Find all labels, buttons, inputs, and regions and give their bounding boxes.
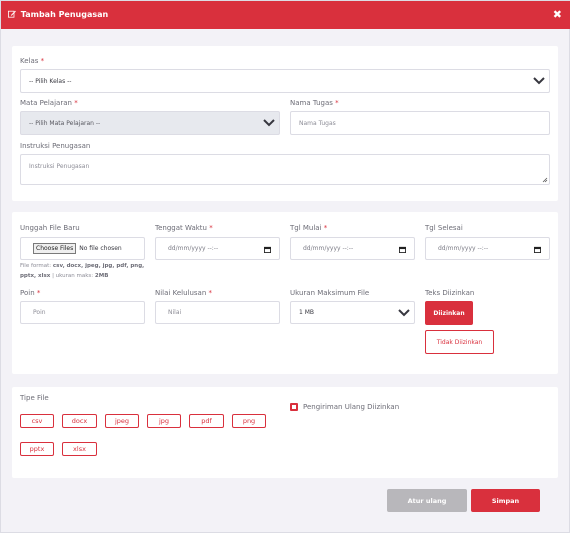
tenggat-label: Tenggat Waktu * — [155, 224, 213, 232]
mapel-label: Mata Pelajaran * — [20, 99, 78, 107]
file-type-tag-csv[interactable]: csv — [20, 414, 54, 428]
nilai-label: Nilai Kelulusan * — [155, 289, 213, 297]
file-type-tag-docx[interactable]: docx — [62, 414, 97, 428]
nama-tugas-label: Nama Tugas * — [290, 99, 339, 107]
teks-allowed-button[interactable]: Diizinkan — [425, 301, 473, 325]
choose-files-button[interactable]: Choose Files — [33, 243, 77, 254]
calendar-icon[interactable] — [264, 246, 271, 253]
close-icon[interactable]: ✖ — [553, 8, 562, 21]
chevron-down-icon — [533, 77, 545, 85]
save-button[interactable]: Simpan — [471, 489, 540, 512]
calendar-icon[interactable] — [534, 246, 541, 253]
ukuran-label: Ukuran Maksimum File — [290, 289, 370, 297]
tenggat-datetime-input[interactable]: dd/mm/yyyy --:-- — [155, 237, 280, 260]
mapel-select[interactable]: -- Pilih Mata Pelajaran -- — [20, 111, 280, 135]
class-info-card: Kelas * -- Pilih Kelas -- Mata Pelajaran… — [12, 46, 558, 201]
file-format-help: File format: csv, docx, jpeg, jpg, pdf, … — [20, 263, 145, 279]
assignment-modal: Tambah Penugasan ✖ Kelas * -- Pilih Kela… — [0, 0, 570, 533]
chevron-down-icon — [263, 119, 275, 127]
calendar-icon[interactable] — [399, 246, 406, 253]
ukuran-select[interactable]: 1 MB — [290, 301, 415, 324]
reset-button[interactable]: Atur ulang — [387, 489, 467, 512]
kelas-label: Kelas * — [20, 57, 45, 65]
assignment-settings-card: Unggah File Baru Choose Files No file ch… — [12, 212, 558, 374]
file-type-tag-pdf[interactable]: pdf — [189, 414, 224, 428]
instruksi-label: Instruksi Penugasan — [20, 142, 91, 150]
tgl-mulai-label: Tgl Mulai * — [290, 224, 328, 232]
instruksi-textarea[interactable]: Instruksi Penugasan — [20, 154, 550, 185]
kelas-select[interactable]: -- Pilih Kelas -- — [20, 69, 550, 93]
file-upload-input[interactable]: Choose Files No file chosen — [20, 237, 145, 260]
tipe-file-label: Tipe File — [20, 394, 49, 402]
resize-handle-icon[interactable] — [542, 177, 548, 183]
upload-label: Unggah File Baru — [20, 224, 80, 232]
chevron-down-icon — [398, 309, 410, 317]
file-type-tag-pptx[interactable]: pptx — [20, 442, 54, 456]
modal-header: Tambah Penugasan ✖ — [1, 1, 570, 29]
resend-checkbox[interactable] — [290, 403, 298, 411]
file-type-tag-xlsx[interactable]: xlsx — [62, 442, 97, 456]
file-type-tag-jpg[interactable]: jpg — [147, 414, 181, 428]
nilai-input[interactable]: Nilai — [155, 301, 280, 324]
tgl-selesai-label: Tgl Selesai — [425, 224, 463, 232]
resend-label: Pengiriman Ulang Diizinkan — [303, 403, 400, 411]
modal-title-text: Tambah Penugasan — [20, 10, 109, 19]
nama-tugas-input[interactable]: Nama Tugas — [290, 111, 550, 135]
modal-title: Tambah Penugasan — [8, 10, 108, 19]
edit-icon — [8, 10, 16, 18]
poin-label: Poin * — [20, 289, 41, 297]
file-type-card: Tipe File csv docx jpeg jpg pdf png pptx xlsx P… — [12, 387, 558, 478]
file-type-tag-png[interactable]: png — [232, 414, 266, 428]
tgl-selesai-datetime-input[interactable]: dd/mm/yyyy --:-- — [425, 237, 550, 260]
teks-label: Teks Diizinkan — [425, 289, 475, 297]
file-status: No file chosen — [79, 245, 122, 252]
file-type-tag-jpeg[interactable]: jpeg — [105, 414, 139, 428]
tgl-mulai-datetime-input[interactable]: dd/mm/yyyy --:-- — [290, 237, 415, 260]
poin-input[interactable]: Poin — [20, 301, 145, 324]
teks-not-allowed-button[interactable]: Tidak Diizinkan — [425, 330, 494, 354]
